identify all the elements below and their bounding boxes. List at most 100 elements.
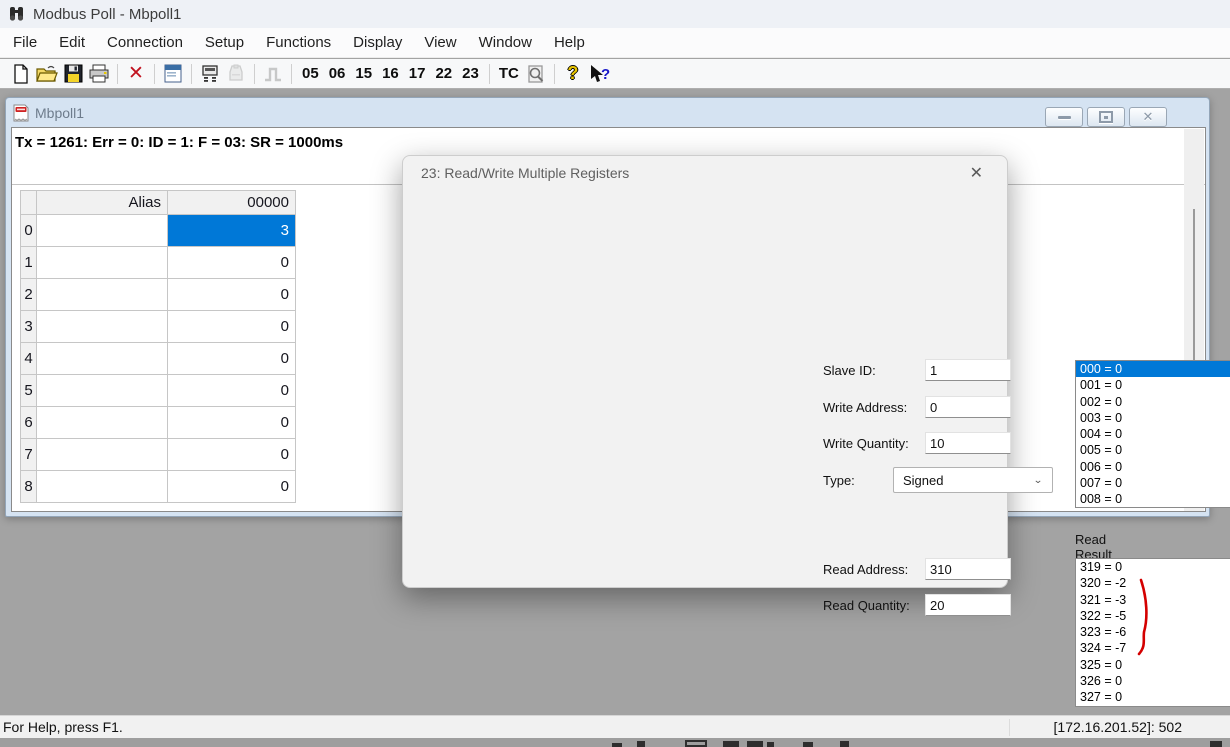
- list-item[interactable]: 004 = 0: [1076, 426, 1230, 442]
- context-help-icon[interactable]: ?: [586, 62, 612, 86]
- child-title-bar[interactable]: Mbpoll1: [6, 98, 1209, 127]
- poll-status-line: Tx = 1261: Err = 0: ID = 1: F = 03: SR =…: [15, 134, 343, 151]
- menu-window[interactable]: Window: [468, 30, 543, 55]
- read-write-registers-dialog: 23: Read/Write Multiple Registers ✕ Slav…: [402, 155, 1008, 588]
- write-address-label: Write Address:: [823, 400, 907, 415]
- screen-bottom-edge: [0, 738, 1230, 747]
- function-23-button[interactable]: 23: [457, 63, 484, 84]
- function-16-button[interactable]: 16: [377, 63, 404, 84]
- value-cell[interactable]: 0: [168, 407, 296, 439]
- list-item[interactable]: 325 = 0: [1076, 657, 1230, 673]
- menu-functions[interactable]: Functions: [255, 30, 342, 55]
- menu-view[interactable]: View: [413, 30, 467, 55]
- menu-help[interactable]: Help: [543, 30, 596, 55]
- test-center-button[interactable]: TC: [495, 63, 523, 84]
- new-file-icon[interactable]: [8, 62, 34, 86]
- function-17-button[interactable]: 17: [404, 63, 431, 84]
- alias-cell[interactable]: [37, 407, 168, 439]
- write-quantity-label: Write Quantity:: [823, 436, 909, 451]
- communication-traffic-icon[interactable]: [223, 62, 249, 86]
- value-cell[interactable]: 0: [168, 247, 296, 279]
- function-15-button[interactable]: 15: [350, 63, 377, 84]
- list-item[interactable]: 005 = 0: [1076, 442, 1230, 458]
- poll-definition-icon[interactable]: [197, 62, 223, 86]
- list-item[interactable]: 006 = 0: [1076, 459, 1230, 475]
- register-column-header[interactable]: 00000: [168, 190, 296, 215]
- row-number: 7: [20, 439, 37, 471]
- list-item[interactable]: 324 = -7: [1076, 640, 1230, 656]
- list-item[interactable]: 003 = 0: [1076, 410, 1230, 426]
- alias-cell[interactable]: [37, 247, 168, 279]
- list-item[interactable]: 002 = 0: [1076, 394, 1230, 410]
- print-icon[interactable]: [86, 62, 112, 86]
- function-05-button[interactable]: 05: [297, 63, 324, 84]
- value-cell[interactable]: 0: [168, 439, 296, 471]
- menu-display[interactable]: Display: [342, 30, 413, 55]
- alias-cell[interactable]: [37, 343, 168, 375]
- value-cell[interactable]: 0: [168, 311, 296, 343]
- value-cell[interactable]: 0: [168, 343, 296, 375]
- alias-cell[interactable]: [37, 311, 168, 343]
- display-setup-icon[interactable]: [160, 62, 186, 86]
- toolbar-separator: [489, 64, 490, 84]
- toolbar-separator: [191, 64, 192, 84]
- function-06-button[interactable]: 06: [324, 63, 351, 84]
- function-22-button[interactable]: 22: [430, 63, 457, 84]
- read-result-listbox[interactable]: 319 = 0 320 = -2 321 = -3 322 = -5 323 =…: [1075, 558, 1230, 707]
- document-icon: [13, 104, 29, 122]
- save-icon[interactable]: [60, 62, 86, 86]
- delete-icon[interactable]: ✕: [123, 62, 149, 86]
- row-number: 0: [20, 215, 37, 247]
- value-cell-selected[interactable]: 3: [168, 215, 296, 247]
- dialog-close-icon[interactable]: ✕: [962, 161, 991, 185]
- alias-column-header[interactable]: Alias: [37, 190, 168, 215]
- row-number: 4: [20, 343, 37, 375]
- read-quantity-input[interactable]: [925, 594, 1011, 616]
- open-file-icon[interactable]: [34, 62, 60, 86]
- alias-cell[interactable]: [37, 471, 168, 503]
- maximize-button[interactable]: [1087, 107, 1125, 127]
- write-values-listbox[interactable]: 000 = 0 001 = 0 002 = 0 003 = 0 004 = 0 …: [1075, 360, 1230, 508]
- list-item[interactable]: 007 = 0: [1076, 475, 1230, 491]
- list-item[interactable]: 001 = 0: [1076, 377, 1230, 393]
- read-quantity-label: Read Quantity:: [823, 598, 910, 613]
- menu-setup[interactable]: Setup: [194, 30, 255, 55]
- list-item[interactable]: 323 = -6: [1076, 624, 1230, 640]
- write-address-input[interactable]: [925, 396, 1011, 418]
- table-row: 2 0: [20, 279, 296, 311]
- row-number: 2: [20, 279, 37, 311]
- read-address-input[interactable]: [925, 558, 1011, 580]
- zoom-document-icon[interactable]: [523, 62, 549, 86]
- list-item[interactable]: 322 = -5: [1076, 608, 1230, 624]
- type-select[interactable]: Signed ⌄: [893, 467, 1053, 493]
- minimize-button[interactable]: [1045, 107, 1083, 127]
- value-cell[interactable]: 0: [168, 279, 296, 311]
- about-help-icon[interactable]: ?: [560, 62, 586, 86]
- menu-connection[interactable]: Connection: [96, 30, 194, 55]
- alias-cell[interactable]: [37, 375, 168, 407]
- list-item[interactable]: 320 = -2: [1076, 575, 1230, 591]
- table-row: 5 0: [20, 375, 296, 407]
- status-connection-text: [172.16.201.52]: 502: [1054, 719, 1182, 735]
- menu-bar: File Edit Connection Setup Functions Dis…: [0, 28, 1230, 58]
- alias-cell[interactable]: [37, 279, 168, 311]
- list-item[interactable]: 326 = 0: [1076, 673, 1230, 689]
- value-cell[interactable]: 0: [168, 471, 296, 503]
- value-cell[interactable]: 0: [168, 375, 296, 407]
- list-item-selected[interactable]: 000 = 0: [1076, 361, 1230, 377]
- write-quantity-input[interactable]: [925, 432, 1011, 454]
- child-close-button[interactable]: ✕: [1129, 107, 1167, 127]
- grid-header-row: Alias 00000: [20, 190, 296, 215]
- list-item[interactable]: 319 = 0: [1076, 559, 1230, 575]
- menu-file[interactable]: File: [2, 30, 48, 55]
- list-item[interactable]: 327 = 0: [1076, 689, 1230, 705]
- menu-edit[interactable]: Edit: [48, 30, 96, 55]
- alias-cell[interactable]: [37, 439, 168, 471]
- list-item[interactable]: 008 = 0: [1076, 491, 1230, 507]
- maximize-icon: [1099, 111, 1113, 123]
- list-item[interactable]: 321 = -3: [1076, 592, 1230, 608]
- alias-cell[interactable]: [37, 215, 168, 247]
- pulse-icon[interactable]: [260, 62, 286, 86]
- slave-id-input[interactable]: [925, 359, 1011, 381]
- dialog-title-bar[interactable]: 23: Read/Write Multiple Registers ✕: [403, 156, 1007, 190]
